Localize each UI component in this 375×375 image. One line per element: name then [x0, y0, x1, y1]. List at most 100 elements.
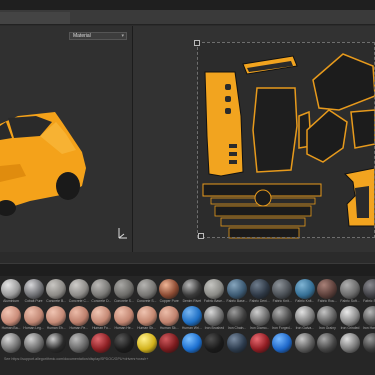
material-thumbnail[interactable]: Iron Grainy: [317, 306, 338, 334]
material-preview-sphere: [362, 333, 375, 353]
material-label: Iron Brushed: [204, 326, 225, 330]
shelf-header: [0, 263, 375, 276]
material-label: Fabric Soft...: [340, 299, 360, 303]
material-preview-sphere: [362, 306, 375, 326]
uv-set-dropdown[interactable]: Material ▾: [69, 32, 127, 40]
material-thumbnail[interactable]: Fabric Knit...: [272, 279, 293, 307]
material-preview-sphere: [1, 279, 21, 299]
material-label: Human Fe...: [69, 326, 89, 330]
material-preview-sphere: [181, 279, 202, 299]
material-preview-sphere: [46, 279, 67, 299]
material-thumbnail[interactable]: Iron Diamo...: [249, 306, 270, 334]
material-label: Iron Grainy: [319, 326, 336, 330]
material-label: Human Ba...: [1, 326, 21, 330]
material-preview-sphere: [340, 333, 360, 353]
material-label: Concrete C...: [68, 299, 89, 303]
material-label: Fabric Base...: [203, 299, 225, 303]
material-preview-sphere: [227, 279, 247, 299]
material-label: Concrete D...: [91, 299, 112, 303]
shelf-row-1: Aluminium Cobalt Pure Concrete B... Concret…: [0, 279, 375, 307]
material-label: Human Fo...: [92, 326, 111, 330]
material-preview-sphere: [340, 279, 360, 299]
material-label: Iron Galva...: [295, 326, 315, 330]
material-thumbnail[interactable]: Fabric Deni...: [250, 279, 270, 307]
material-preview-sphere: [114, 333, 134, 353]
material-label: Iron Hamm...: [362, 326, 375, 330]
material-label: Aluminium: [3, 299, 19, 303]
material-label: Human Leg...: [23, 326, 44, 330]
material-preview-sphere: [272, 306, 293, 326]
material-preview-sphere: [294, 306, 315, 326]
material-label: Human Eh...: [46, 326, 66, 330]
material-preview-sphere: [204, 333, 225, 353]
material-preview-sphere: [294, 279, 315, 299]
material-label: Cobalt Pure: [24, 299, 43, 303]
material-preview-sphere: [340, 306, 360, 326]
material-thumbnail[interactable]: Human Fo...: [91, 306, 112, 334]
material-thumbnail[interactable]: Iron Forged...: [272, 306, 292, 334]
material-preview-sphere: [23, 333, 44, 353]
material-preview-sphere: [362, 279, 375, 299]
material-preview-sphere: [136, 306, 157, 326]
material-thumbnail[interactable]: Iron Grinded: [340, 306, 360, 334]
car-model: [0, 112, 86, 216]
material-thumbnail[interactable]: Copper Pure: [159, 279, 180, 307]
material-thumbnail[interactable]: Human He...: [114, 306, 134, 334]
material-preview-sphere: [1, 306, 21, 326]
material-thumbnail[interactable]: Iron Brushed: [204, 306, 225, 334]
material-preview-sphere: [249, 333, 270, 353]
material-preview-sphere: [46, 333, 67, 353]
material-preview-sphere: [227, 333, 247, 353]
material-thumbnail[interactable]: Fabric Base...: [203, 279, 225, 307]
title-strip: [0, 0, 375, 10]
material-thumbnail[interactable]: Human Sh...: [136, 306, 157, 334]
material-preview-sphere: [23, 306, 44, 326]
material-label: Fabric Knit...: [272, 299, 292, 303]
material-thumbnail[interactable]: Fabric Knit...: [294, 279, 315, 307]
material-thumbnail[interactable]: Fabric Suit...: [362, 279, 375, 307]
material-thumbnail[interactable]: Denim Rivet: [181, 279, 202, 307]
material-preview-sphere: [204, 306, 225, 326]
material-thumbnail[interactable]: Cobalt Pure: [23, 279, 44, 307]
material-label: Iron Grinded: [340, 326, 360, 330]
material-preview-sphere: [272, 279, 293, 299]
material-thumbnail[interactable]: Human Ba...: [1, 306, 21, 334]
material-thumbnail[interactable]: Human Wri...: [181, 306, 202, 334]
material-label: Concrete S...: [114, 299, 134, 303]
uv-frame-handle-bottom-left[interactable]: [198, 233, 204, 239]
material-preview-sphere: [114, 306, 134, 326]
material-thumbnail[interactable]: Concrete S...: [114, 279, 134, 307]
material-label: Fabric Rou...: [317, 299, 338, 303]
material-preview-sphere: [317, 333, 338, 353]
material-preview-sphere: [181, 333, 202, 353]
material-thumbnail[interactable]: Aluminium: [1, 279, 21, 307]
material-thumbnail[interactable]: Concrete D...: [91, 279, 112, 307]
viewport-tab[interactable]: [0, 12, 70, 24]
material-thumbnail[interactable]: Iron Hamm...: [362, 306, 375, 334]
material-preview-sphere: [159, 306, 180, 326]
uv-frame-handle-top-left[interactable]: [194, 40, 200, 46]
material-thumbnail[interactable]: Fabric Rou...: [317, 279, 338, 307]
material-thumbnail[interactable]: Iron Galva...: [294, 306, 315, 334]
material-thumbnail[interactable]: Iron Chain...: [227, 306, 247, 334]
material-thumbnail[interactable]: Concrete B...: [46, 279, 67, 307]
material-preview-sphere: [181, 306, 202, 326]
material-preview-sphere: [294, 333, 315, 353]
material-preview-sphere: [68, 279, 89, 299]
material-thumbnail[interactable]: Human Eh...: [46, 306, 67, 334]
material-label: Human He...: [114, 326, 134, 330]
material-thumbnail[interactable]: Human Sk...: [159, 306, 180, 334]
material-label: Iron Diamo...: [249, 326, 270, 330]
material-preview-sphere: [46, 306, 67, 326]
material-preview-sphere: [1, 333, 21, 353]
status-bar-text: See https://support.allegorithmic.com/do…: [4, 357, 149, 361]
material-thumbnail[interactable]: Human Fe...: [68, 306, 89, 334]
material-preview-sphere: [317, 306, 338, 326]
material-thumbnail[interactable]: Concrete C...: [68, 279, 89, 307]
material-thumbnail[interactable]: Concrete S...: [136, 279, 157, 307]
material-thumbnail[interactable]: Human Leg...: [23, 306, 44, 334]
material-label: Fabric Deni...: [249, 299, 270, 303]
material-thumbnail[interactable]: Fabric Base...: [227, 279, 247, 307]
viewport-3d[interactable]: [0, 26, 132, 252]
material-thumbnail[interactable]: Fabric Soft...: [340, 279, 360, 307]
